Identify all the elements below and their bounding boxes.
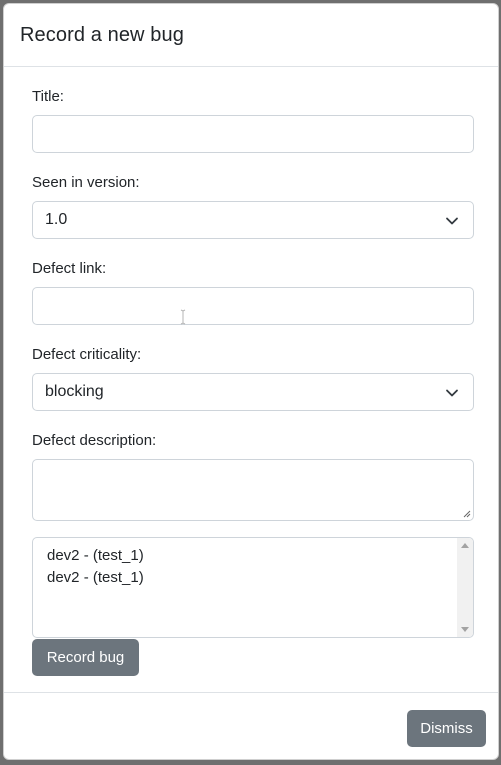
- list-item[interactable]: dev2 - (test_1): [33, 567, 473, 589]
- record-bug-button[interactable]: Record bug: [32, 639, 139, 676]
- description-textarea[interactable]: [32, 459, 474, 521]
- chevron-down-icon: [446, 217, 458, 225]
- listbox-items: dev2 - (test_1) dev2 - (test_1): [33, 538, 473, 589]
- test-listbox[interactable]: dev2 - (test_1) dev2 - (test_1): [32, 537, 474, 638]
- criticality-select[interactable]: blocking: [32, 373, 474, 411]
- list-item[interactable]: dev2 - (test_1): [33, 545, 473, 567]
- chevron-down-icon: [446, 389, 458, 397]
- scroll-up-icon[interactable]: [461, 543, 469, 548]
- resize-grip-icon[interactable]: [461, 508, 471, 518]
- defect-link-input[interactable]: [32, 287, 474, 325]
- dialog-title: Record a new bug: [20, 23, 184, 46]
- description-label: Defect description:: [32, 432, 157, 449]
- criticality-label: Defect criticality:: [32, 346, 142, 363]
- dialog-header: Record a new bug: [4, 4, 498, 67]
- criticality-select-value: blocking: [45, 383, 104, 400]
- version-select[interactable]: 1.0: [32, 201, 474, 239]
- title-input[interactable]: [32, 115, 474, 153]
- title-label: Title:: [32, 88, 64, 105]
- i-beam-cursor-icon: [180, 309, 186, 325]
- scroll-down-icon[interactable]: [461, 627, 469, 632]
- dialog-footer: Dismiss: [4, 692, 498, 759]
- record-bug-dialog: Record a new bug Title: Seen in version:…: [3, 3, 499, 760]
- version-label: Seen in version:: [32, 174, 140, 191]
- version-select-value: 1.0: [45, 211, 68, 228]
- dismiss-button[interactable]: Dismiss: [407, 710, 486, 747]
- defect-link-label: Defect link:: [32, 260, 107, 277]
- listbox-scrollbar[interactable]: [457, 538, 473, 637]
